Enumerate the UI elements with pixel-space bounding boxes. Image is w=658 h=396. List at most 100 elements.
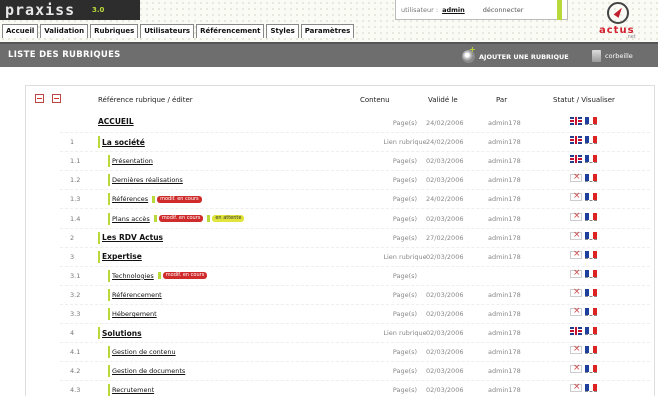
brand-suffix: .net: [626, 34, 636, 40]
row-number: 3.1: [70, 271, 81, 280]
status-cell: [570, 268, 597, 278]
status-cell: [570, 249, 597, 259]
logout-link[interactable]: déconnecter: [483, 6, 524, 14]
table-row: 4.1 Gestion de contenu Page(s) 02/03/2006 ad…: [60, 343, 650, 363]
rubrique-edit-link[interactable]: Références: [112, 195, 148, 203]
fr-flag-icon[interactable]: [585, 231, 597, 240]
add-rubrique-button[interactable]: AJOUTER UNE RUBRIQUE: [462, 45, 569, 63]
trash-label: corbeille: [605, 52, 633, 60]
fr-flag-icon[interactable]: [585, 136, 597, 145]
rubrique-edit-link[interactable]: Dernières réalisations: [112, 176, 183, 184]
fr-flag-icon[interactable]: [585, 250, 597, 259]
row-number: 1: [70, 138, 75, 147]
row-reference: Hébergement: [108, 308, 157, 320]
app-logo[interactable]: praxiss 3.0: [0, 0, 140, 20]
row-reference: Expertise: [98, 250, 142, 263]
expand-all-icon[interactable]: [35, 94, 44, 103]
table-row: 3.1 Technologies modif. en cours Page(s): [60, 267, 650, 286]
rubrique-edit-link[interactable]: Plans accès: [112, 215, 150, 223]
uk-flag-disabled-icon[interactable]: [570, 211, 582, 221]
flag-stripe: [593, 308, 597, 315]
author-cell: admin178: [488, 329, 521, 338]
fr-flag-icon[interactable]: [585, 308, 597, 316]
fr-flag-icon[interactable]: [585, 117, 597, 125]
fr-flag-icon[interactable]: [585, 155, 597, 164]
fr-flag-icon[interactable]: [585, 269, 597, 278]
fr-flag-icon[interactable]: [585, 365, 597, 374]
status-cell: [570, 344, 597, 355]
status-cell: [570, 382, 597, 393]
uk-flag-disabled-icon[interactable]: [570, 191, 582, 202]
row-reference: ACCUEIL: [98, 117, 134, 126]
uk-flag-icon[interactable]: [570, 117, 582, 125]
trash-button[interactable]: corbeille: [592, 50, 633, 62]
author-cell: admin178: [488, 348, 521, 357]
rubrique-edit-link[interactable]: Gestion de contenu: [112, 348, 176, 356]
flag-stripe: [593, 288, 597, 296]
rubrique-edit-link[interactable]: La société: [102, 138, 145, 147]
uk-flag-disabled-icon[interactable]: [570, 249, 582, 259]
badge-marker: [153, 215, 157, 222]
rubrique-edit-link[interactable]: Gestion de documents: [112, 367, 185, 375]
rubrique-edit-link[interactable]: Solutions: [102, 329, 142, 338]
rubrique-edit-link[interactable]: Les RDV Actus: [102, 233, 163, 242]
uk-flag-disabled-icon[interactable]: [570, 172, 582, 183]
fr-flag-icon[interactable]: [585, 346, 597, 355]
fr-flag-icon[interactable]: [585, 174, 597, 183]
rubrique-edit-link[interactable]: ACCUEIL: [98, 117, 134, 126]
tab-referencement[interactable]: Référencement: [196, 24, 265, 38]
tab-utilisateurs[interactable]: Utilisateurs: [140, 24, 195, 38]
rubrique-edit-link[interactable]: Recrutement: [112, 386, 154, 394]
tab-rubriques[interactable]: Rubriques: [90, 24, 139, 38]
author-cell: admin178: [488, 138, 521, 147]
header-valide: Validé le: [428, 96, 458, 104]
add-rubrique-label: AJOUTER UNE RUBRIQUE: [479, 52, 569, 61]
rubrique-edit-link[interactable]: Technologies: [112, 272, 154, 280]
level-bar: [108, 193, 110, 206]
tab-parametres[interactable]: Paramètres: [300, 24, 355, 38]
fr-flag-icon[interactable]: [585, 212, 597, 221]
uk-flag-disabled-icon[interactable]: [570, 363, 582, 374]
collapse-all-icon[interactable]: [52, 94, 61, 103]
uk-flag-disabled-icon[interactable]: [570, 268, 582, 278]
rubrique-edit-link[interactable]: Présentation: [112, 157, 153, 165]
tab-validation[interactable]: Validation: [40, 24, 89, 38]
rubrique-edit-link[interactable]: Référencement: [112, 291, 162, 299]
fr-flag-icon[interactable]: [585, 288, 597, 297]
table-row: 1.4 Plans accès modif. en cours en attente P…: [60, 210, 650, 229]
uk-flag-disabled-icon[interactable]: [570, 230, 582, 240]
user-name-link[interactable]: admin: [442, 6, 465, 14]
status-badge: modif. en cours: [157, 272, 208, 280]
table-row: 4 Solutions Lien rubrique 02/03/2006 admin17…: [60, 324, 650, 344]
row-number: 4.3: [70, 386, 81, 395]
flag-stripe: [593, 384, 597, 392]
flag-stripe: [593, 365, 597, 373]
level-bar: [108, 288, 110, 301]
level-bar: [98, 327, 100, 340]
uk-flag-icon[interactable]: [570, 155, 582, 164]
status-cell: [570, 211, 597, 221]
uk-flag-icon[interactable]: [570, 327, 582, 336]
rubrique-edit-link[interactable]: Hébergement: [112, 310, 157, 318]
uk-flag-disabled-icon[interactable]: [570, 344, 582, 355]
table-row: 1 La société Lien rubrique 24/02/2006 admin1…: [60, 133, 650, 153]
level-bar: [108, 384, 110, 396]
row-reference: Solutions: [98, 327, 142, 340]
flag-stripe: [593, 269, 597, 277]
tab-accueil[interactable]: Accueil: [2, 24, 39, 38]
fr-flag-icon[interactable]: [585, 327, 597, 336]
status-cell: [570, 155, 597, 164]
rubrique-edit-link[interactable]: Expertise: [102, 252, 142, 261]
uk-flag-disabled-icon[interactable]: [570, 382, 582, 393]
app-name: praxiss: [5, 1, 76, 19]
page-title: LISTE DES RUBRIQUES: [8, 50, 121, 60]
fr-flag-icon[interactable]: [585, 384, 597, 393]
level-bar: [108, 212, 110, 225]
uk-flag-icon[interactable]: [570, 136, 582, 145]
tab-styles[interactable]: Styles: [266, 24, 299, 38]
uk-flag-disabled-icon[interactable]: [570, 306, 582, 316]
row-reference: Plans accès modif. en cours en attente: [108, 212, 245, 225]
flag-stripe: [593, 250, 597, 258]
fr-flag-icon[interactable]: [585, 193, 597, 202]
uk-flag-disabled-icon[interactable]: [570, 287, 582, 297]
